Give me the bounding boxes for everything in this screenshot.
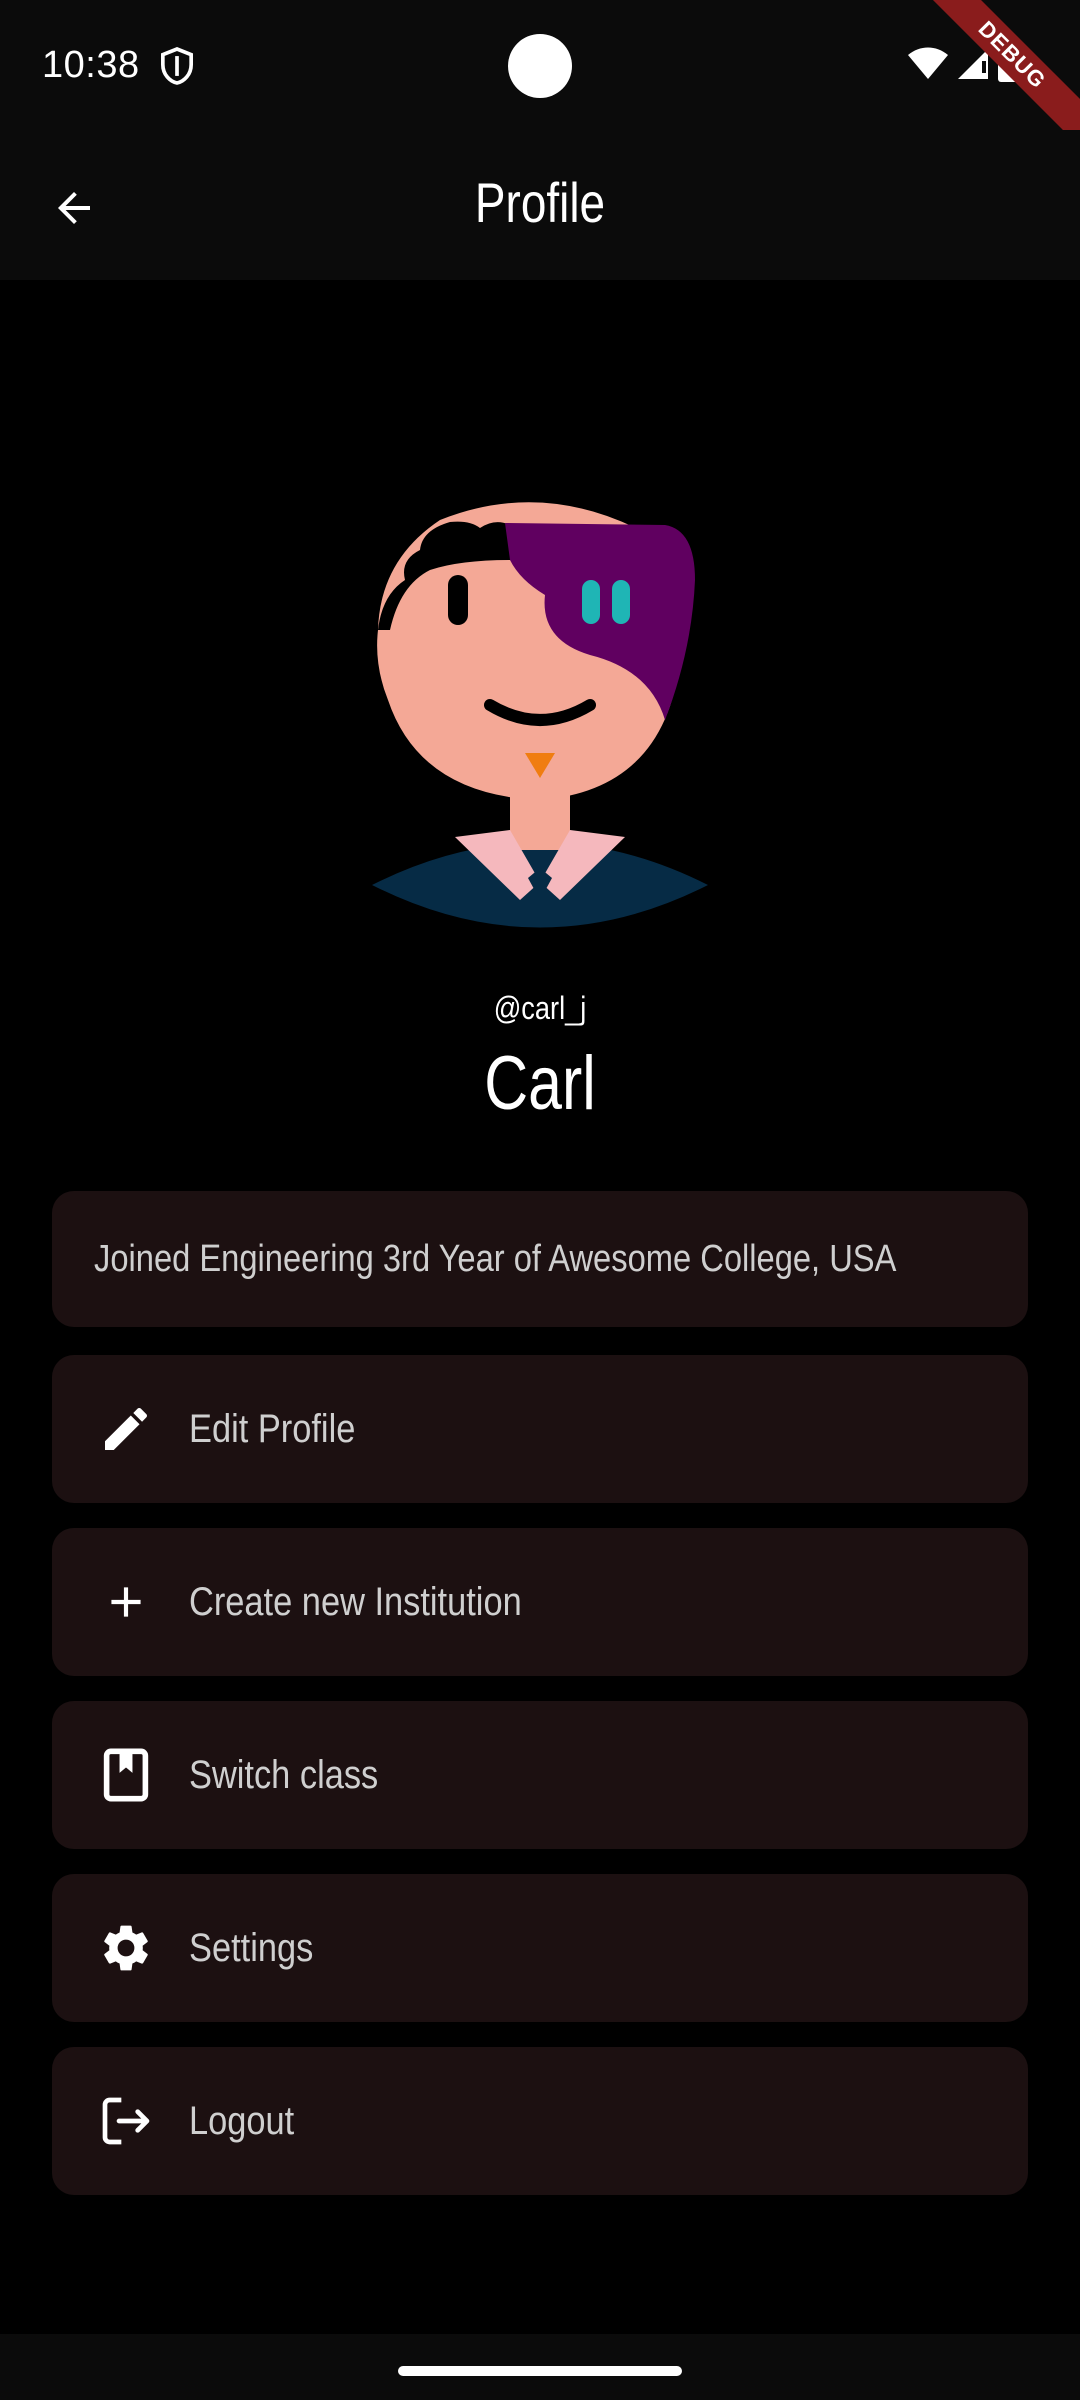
- edit-profile-label: Edit Profile: [189, 1406, 356, 1451]
- plus-icon: [96, 1572, 156, 1632]
- display-name: Carl: [484, 1041, 596, 1126]
- logout-label: Logout: [189, 2098, 295, 2143]
- info-text: Joined Engineering 3rd Year of Awesome C…: [94, 1237, 897, 1280]
- edit-profile-button[interactable]: Edit Profile: [52, 1355, 1028, 1503]
- username: @carl_j: [493, 990, 587, 1026]
- create-institution-button[interactable]: Create new Institution: [52, 1528, 1028, 1676]
- app-bar: Profile: [0, 130, 1080, 280]
- pencil-icon: [96, 1399, 156, 1459]
- camera-cutout: [508, 34, 572, 98]
- avatar: [372, 502, 708, 928]
- create-institution-label: Create new Institution: [189, 1579, 522, 1624]
- settings-button[interactable]: Settings: [52, 1874, 1028, 2022]
- status-time: 10:38: [42, 44, 140, 86]
- status-bar: 10:38 DEBUG: [0, 0, 1080, 159]
- book-icon: [96, 1745, 156, 1805]
- settings-label: Settings: [189, 1925, 314, 1970]
- page-title: Profile: [474, 171, 606, 234]
- shield-icon: [160, 47, 194, 85]
- info-card: Joined Engineering 3rd Year of Awesome C…: [52, 1191, 1028, 1327]
- gear-icon: [96, 1918, 156, 1978]
- arrow-left-icon: [58, 192, 90, 224]
- home-indicator[interactable]: [398, 2366, 682, 2376]
- switch-class-button[interactable]: Switch class: [52, 1701, 1028, 1849]
- logout-icon: [96, 2091, 156, 2151]
- wifi-icon: [908, 47, 948, 79]
- logout-button[interactable]: Logout: [52, 2047, 1028, 2195]
- switch-class-label: Switch class: [189, 1752, 379, 1797]
